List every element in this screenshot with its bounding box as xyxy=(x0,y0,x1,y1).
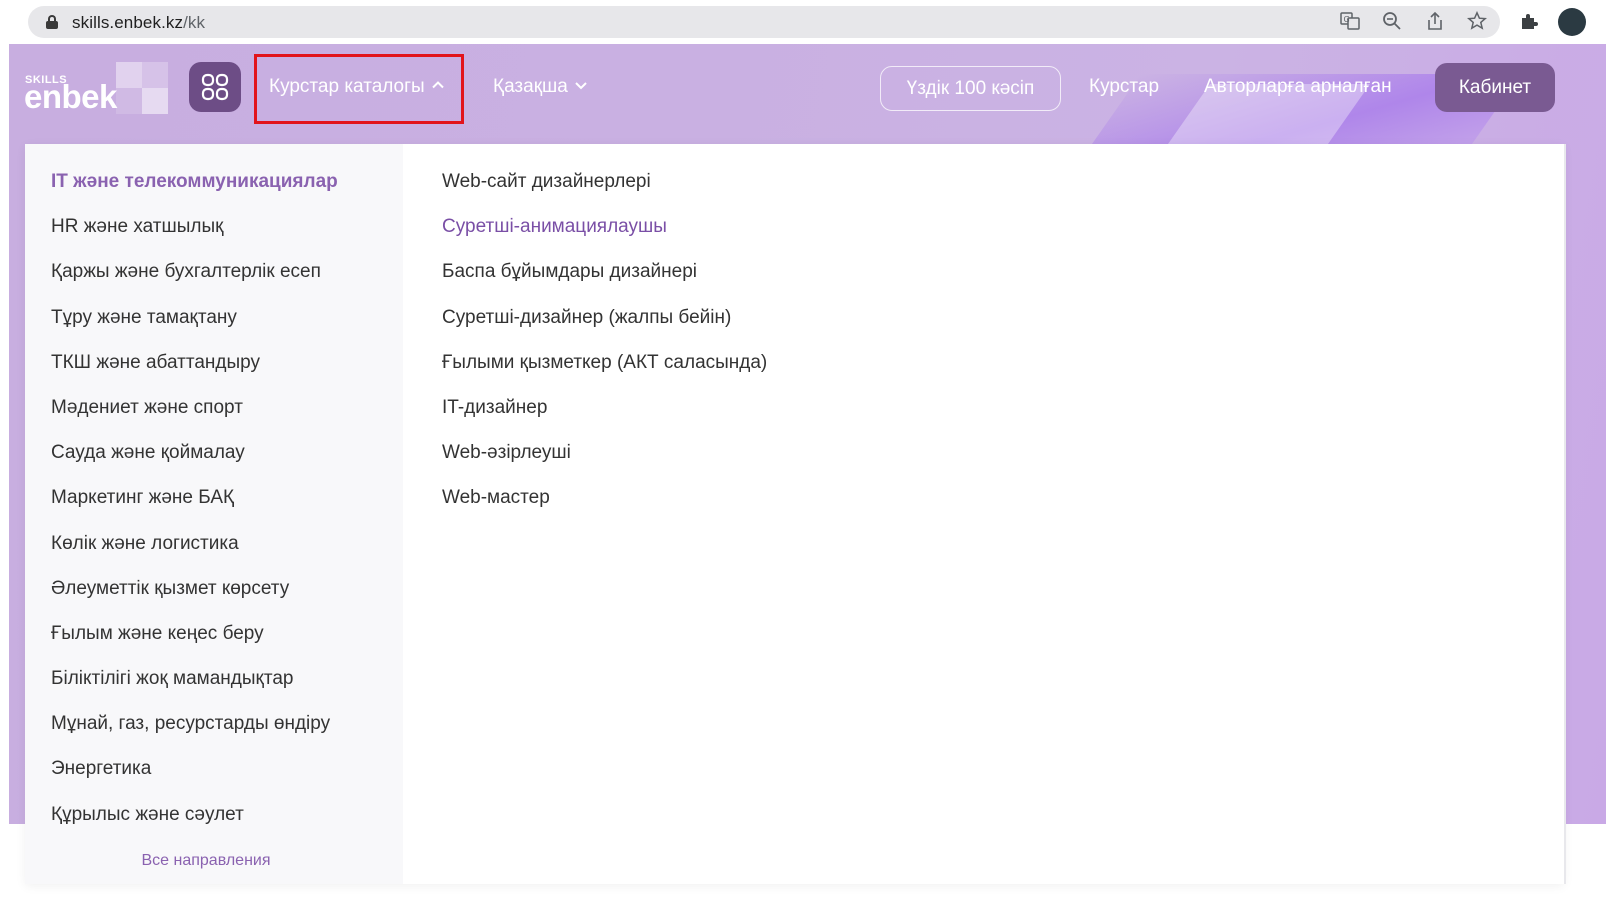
apps-menu-button[interactable] xyxy=(189,62,241,112)
category-item[interactable]: Мұнай, газ, ресурстарды өндіру xyxy=(51,713,338,758)
category-item[interactable]: ТКШ және абаттандыру xyxy=(51,352,338,397)
subcategory-item[interactable]: Web-сайт дизайнерлері xyxy=(442,171,767,216)
address-bar[interactable]: skills.enbek.kz/kk xyxy=(28,6,1500,38)
category-item[interactable]: IT және телекоммуникациялар xyxy=(51,171,338,216)
subcategory-item[interactable]: Баспа бұйымдары дизайнері xyxy=(442,261,767,306)
nav-courses-link[interactable]: Курстар xyxy=(1089,76,1159,98)
category-item[interactable]: Ғылым және кеңес беру xyxy=(51,623,338,668)
svg-text:G: G xyxy=(1344,15,1350,24)
url-host: skills.enbek.kz xyxy=(72,13,184,32)
panel-scroll-edge xyxy=(1564,144,1566,884)
chevron-down-icon xyxy=(574,76,588,98)
bookmark-star-icon[interactable] xyxy=(1466,10,1488,32)
all-directions-link[interactable]: Все направления xyxy=(25,852,387,870)
lock-icon xyxy=(46,15,58,29)
cabinet-button[interactable]: Кабинет xyxy=(1435,63,1555,112)
category-item[interactable]: Маркетинг және БАҚ xyxy=(51,487,338,532)
site-logo[interactable]: SKILLS enbek xyxy=(24,62,174,115)
browser-toolbar: skills.enbek.kz/kk G xyxy=(0,0,1606,44)
category-item[interactable]: Біліктілігі жоқ мамандықтар xyxy=(51,668,338,713)
subcategory-item[interactable]: Суретші-анимациялаушы xyxy=(442,216,767,261)
subcategory-list: Web-сайт дизайнерлері Суретші-анимациялау… xyxy=(442,171,767,533)
category-item[interactable]: Қаржы және бухгалтерлік есеп xyxy=(51,261,338,306)
subcategory-item[interactable]: Web-мастер xyxy=(442,487,767,532)
category-list: IT және телекоммуникациялар HR және хатшы… xyxy=(51,171,338,849)
grid-icon xyxy=(201,73,229,101)
subcategory-item[interactable]: Суретші-дизайнер (жалпы бейін) xyxy=(442,307,767,352)
url-path: /kk xyxy=(183,13,206,32)
subcategory-item[interactable]: Web-әзірлеуші xyxy=(442,442,767,487)
nav-authors-link[interactable]: Авторларға арналған xyxy=(1204,76,1392,98)
extensions-icon[interactable] xyxy=(1518,10,1540,32)
subcategory-item[interactable]: IT-дизайнер xyxy=(442,397,767,442)
top100-professions-button[interactable]: Үздік 100 кәсіп xyxy=(880,66,1061,111)
catalog-dropdown-panel: IT және телекоммуникациялар HR және хатшы… xyxy=(25,144,1564,884)
category-item[interactable]: HR және хатшылық xyxy=(51,216,338,261)
profile-avatar[interactable] xyxy=(1558,8,1586,36)
category-item[interactable]: Тұру және тамақтану xyxy=(51,307,338,352)
language-label: Қазақша xyxy=(493,76,568,97)
translate-icon[interactable]: G xyxy=(1339,10,1361,32)
annotation-highlight-box xyxy=(254,54,464,124)
category-item[interactable]: Құрылыс және сәулет xyxy=(51,804,338,849)
subcategory-item[interactable]: Ғылыми қызметкер (АКТ саласында) xyxy=(442,352,767,397)
page: skills.enbek.kz/kk G SKILLS enbek Курста… xyxy=(0,0,1606,905)
category-item[interactable]: Энергетика xyxy=(51,758,338,803)
language-selector[interactable]: Қазақша xyxy=(493,76,588,98)
category-item[interactable]: Көлік және логистика xyxy=(51,533,338,578)
zoom-icon[interactable] xyxy=(1381,10,1403,32)
url-text[interactable]: skills.enbek.kz/kk xyxy=(72,13,205,33)
logo-enbek-text: enbek xyxy=(24,78,117,115)
category-item[interactable]: Сауда және қоймалау xyxy=(51,442,338,487)
category-column: IT және телекоммуникациялар HR және хатшы… xyxy=(25,144,403,884)
share-icon[interactable] xyxy=(1424,10,1446,32)
category-item[interactable]: Мәдениет және спорт xyxy=(51,397,338,442)
category-item[interactable]: Әлеуметтік қызмет көрсету xyxy=(51,578,338,623)
